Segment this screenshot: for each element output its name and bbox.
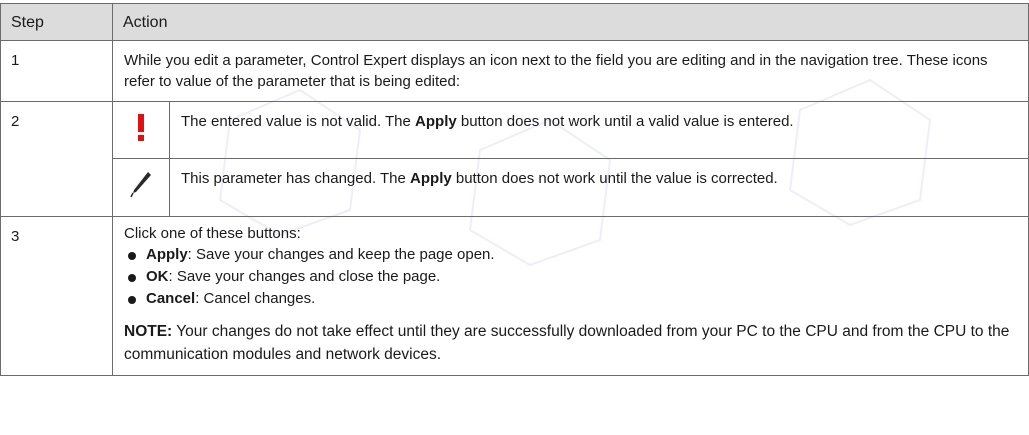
apply-bold: Apply — [410, 169, 452, 187]
ok-desc: : Save your changes and close the page. — [168, 268, 441, 285]
list-item: OK: Save your changes and close the page… — [124, 266, 1017, 288]
steps-table: Step Action 1 While you edit a parameter… — [0, 3, 1029, 376]
pencil-icon — [113, 157, 170, 216]
step-number: 1 — [0, 40, 113, 102]
ok-label: OK — [146, 268, 169, 285]
icon-table-cell: The entered value is not valid. The Appl… — [112, 101, 1029, 217]
note-text: Your changes do not take effect until th… — [124, 323, 1010, 363]
table-row-2: 2 The entered value is not valid. The Ap… — [0, 101, 1029, 217]
action-buttons-description: Click one of these buttons: Apply: Save … — [112, 216, 1029, 376]
header-action: Action — [112, 3, 1029, 41]
icon-row-invalid: The entered value is not valid. The Appl… — [113, 102, 1028, 158]
changed-text-before: This parameter has changed. The — [181, 169, 411, 187]
changed-text-after: button does not work until the value is … — [451, 169, 778, 187]
invalid-description: The entered value is not valid. The Appl… — [170, 102, 1029, 158]
step-number: 3 — [0, 216, 113, 376]
note-paragraph: NOTE: Your changes do not take effect un… — [124, 320, 1017, 366]
changed-description: This parameter has changed. The Apply bu… — [169, 157, 1028, 216]
list-item: Cancel: Cancel changes. — [124, 288, 1017, 310]
apply-label: Apply — [146, 246, 188, 263]
action-text: While you edit a parameter, Control Expe… — [112, 40, 1029, 102]
table-row-3: 3 Click one of these buttons: Apply: Sav… — [0, 216, 1029, 376]
button-list: Apply: Save your changes and keep the pa… — [124, 244, 1017, 310]
table-row-1: 1 While you edit a parameter, Control Ex… — [0, 40, 1029, 102]
apply-desc: : Save your changes and keep the page op… — [187, 246, 495, 263]
note-label: NOTE: — [124, 323, 173, 340]
icon-row-changed: This parameter has changed. The Apply bu… — [113, 157, 1028, 216]
invalid-text-before: The entered value is not valid. The — [181, 113, 416, 130]
icon-table: The entered value is not valid. The Appl… — [113, 102, 1028, 216]
step-number: 2 — [0, 101, 113, 217]
cancel-label: Cancel — [146, 290, 196, 307]
header-step: Step — [0, 3, 113, 41]
list-item: Apply: Save your changes and keep the pa… — [124, 244, 1017, 266]
buttons-intro: Click one of these buttons: — [124, 225, 301, 242]
table-header-row: Step Action — [0, 3, 1029, 41]
exclamation-icon — [113, 102, 170, 158]
cancel-desc: : Cancel changes. — [195, 290, 316, 307]
apply-bold: Apply — [415, 113, 457, 130]
invalid-text-after: button does not work until a valid value… — [456, 113, 794, 130]
document-page: Step Action 1 While you edit a parameter… — [0, 0, 1029, 435]
